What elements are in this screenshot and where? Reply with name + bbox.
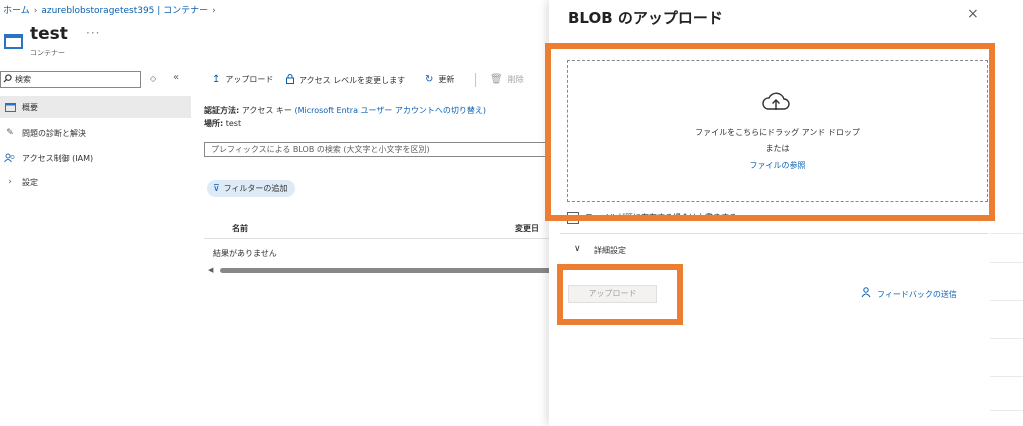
auth-value: アクセス キー (241, 106, 292, 115)
feedback-icon (861, 287, 872, 301)
column-header-modified[interactable]: 変更日 (515, 223, 539, 234)
people-icon (4, 153, 16, 163)
panel-title: BLOB のアップロード (568, 9, 723, 27)
highlight-box-drop-zone (545, 43, 995, 221)
delete-button[interactable]: 🗑 削除 (490, 74, 524, 85)
location-value: test (225, 119, 242, 128)
column-header-name[interactable]: 名前 (232, 223, 248, 234)
chevron-down-icon[interactable]: ∨ (574, 244, 581, 254)
empty-results-text: 結果がありません (213, 249, 277, 258)
sidebar-search-input[interactable]: 検索 (0, 71, 141, 88)
filter-icon: ⊽ (213, 183, 220, 194)
switch-to-entra-link[interactable]: (Microsoft Entra ユーザー アカウントへの切り替え) (294, 106, 486, 115)
auth-method: 認証方法: アクセス キー (Microsoft Entra ユーザー アカウン… (204, 105, 486, 116)
delete-label: 削除 (507, 75, 524, 84)
send-feedback-link[interactable]: フィードバックの送信 (861, 287, 957, 301)
refresh-label: 更新 (438, 75, 455, 84)
collapse-icon[interactable]: « (173, 72, 179, 83)
page-subtitle: コンテナー (30, 49, 65, 57)
scroll-left-icon[interactable]: ◀ (208, 266, 213, 274)
upload-toolbar-button[interactable]: ↥ アップロード (212, 74, 273, 85)
sidebar-item-label: 問題の診断と解決 (22, 128, 86, 138)
background-row-line (990, 300, 1023, 301)
change-access-label: アクセス レベルを変更します (299, 76, 406, 85)
feedback-label: フィードバックの送信 (877, 289, 957, 299)
advanced-settings-toggle[interactable]: 詳細設定 (594, 245, 626, 256)
sidebar-item-label: 概要 (22, 102, 38, 112)
refresh-button[interactable]: ↻ 更新 (425, 74, 454, 85)
breadcrumb-trailing-chevron-icon: › (212, 6, 216, 16)
trash-icon: 🗑 (490, 74, 503, 85)
overview-icon (4, 102, 16, 112)
upload-icon: ↥ (212, 74, 221, 85)
add-filter-label: フィルターの追加 (223, 184, 288, 193)
toolbar-divider (475, 73, 476, 87)
blob-prefix-search-input[interactable]: プレフィックスによる BLOB の検索 (大文字と小文字を区別) (204, 142, 554, 157)
page-title: test (30, 24, 68, 44)
highlight-box-upload-button (557, 264, 683, 325)
sidebar-item-label: アクセス制御 (IAM) (22, 153, 94, 163)
sidebar-item-settings[interactable]: › 設定 (0, 171, 191, 193)
background-row-line (990, 338, 1023, 339)
breadcrumb-separator: › (33, 6, 38, 16)
background-row-line (990, 376, 1023, 377)
location: 場所: test (204, 118, 241, 129)
sidebar-item-overview[interactable]: 概要 (0, 96, 191, 118)
breadcrumb: ホーム › azureblobstoragetest395 | コンテナー › (3, 3, 220, 16)
horizontal-scrollbar[interactable]: ◀ (208, 266, 554, 274)
sidebar-item-label: 設定 (22, 177, 38, 187)
container-icon (4, 34, 23, 49)
chevron-right-icon: › (8, 177, 12, 187)
breadcrumb-storage-account[interactable]: azureblobstoragetest395 | コンテナー (41, 6, 208, 16)
sort-icon[interactable]: ◇ (150, 74, 156, 83)
refresh-icon: ↻ (425, 74, 434, 85)
location-label: 場所: (204, 119, 224, 128)
more-options-icon[interactable]: ··· (86, 26, 100, 40)
breadcrumb-home[interactable]: ホーム (3, 6, 30, 16)
scrollbar-thumb[interactable] (220, 268, 554, 273)
background-row-line (990, 410, 1023, 411)
add-filter-button[interactable]: ⊽ フィルターの追加 (207, 180, 296, 197)
search-icon (3, 74, 12, 83)
background-row-line (990, 262, 1023, 263)
sidebar-item-iam[interactable]: アクセス制御 (IAM) (0, 147, 191, 169)
panel-divider (560, 233, 988, 234)
wrench-icon: ✎ (6, 128, 14, 138)
auth-label: 認証方法: (204, 106, 240, 115)
change-access-level-button[interactable]: アクセス レベルを変更します (286, 74, 405, 87)
sidebar-item-diagnose[interactable]: ✎ 問題の診断と解決 (0, 122, 191, 144)
upload-label: アップロード (225, 75, 274, 84)
background-row-line (990, 233, 1023, 234)
lock-icon (286, 74, 294, 87)
close-icon[interactable]: × (967, 6, 979, 22)
table-header-divider (204, 238, 554, 239)
